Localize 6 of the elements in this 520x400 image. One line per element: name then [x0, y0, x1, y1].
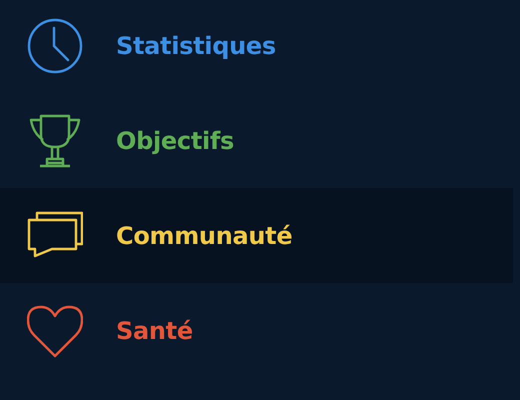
clock-icon: [27, 18, 83, 74]
menu-item[interactable]: Statistiques: [0, 0, 513, 93]
trophy-icon: [27, 112, 83, 168]
menu-item[interactable]: Objectifs: [0, 93, 513, 188]
menu-item[interactable]: Santé: [0, 283, 513, 378]
menu-item[interactable]: Communauté: [0, 188, 513, 283]
